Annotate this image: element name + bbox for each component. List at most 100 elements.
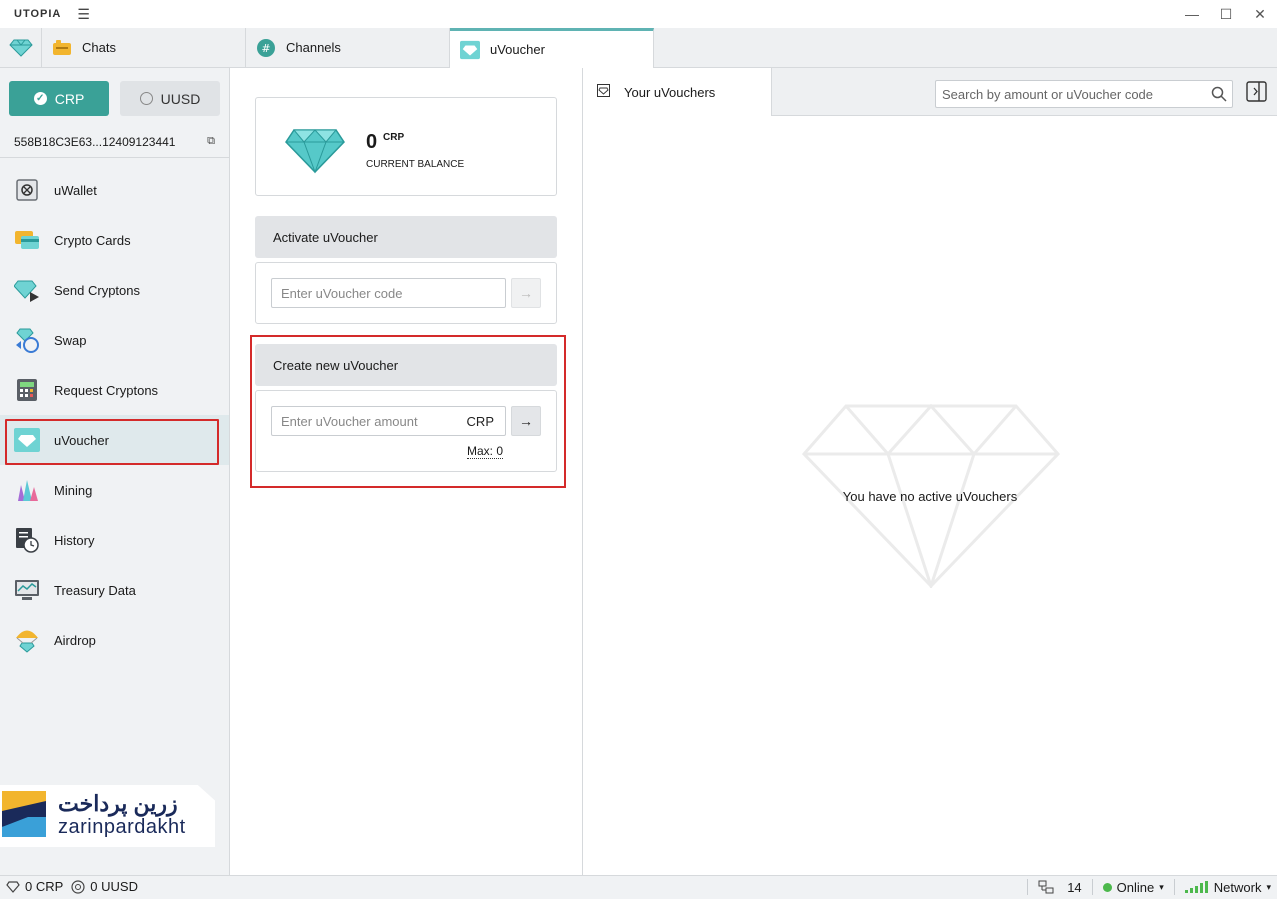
check-icon: ✓ (33, 92, 47, 105)
right-tab-bar: Your uVouchers Search by amount or uVouc… (583, 68, 1277, 116)
sidebar-item-mining[interactable]: Mining (0, 465, 229, 515)
balance-label: CURRENT BALANCE (366, 159, 465, 170)
voucher-search-input[interactable]: Search by amount or uVoucher code (935, 80, 1233, 108)
panel-toggle-icon[interactable] (1246, 81, 1267, 102)
big-diamond-icon (285, 129, 345, 174)
voucher-code-input[interactable]: Enter uVoucher code (271, 278, 506, 308)
close-icon[interactable]: ✕ (1243, 0, 1277, 28)
sidebar-item-uvoucher[interactable]: uVoucher (0, 415, 229, 465)
sidebar-item-airdrop[interactable]: Airdrop (0, 615, 229, 665)
tab-label: Channels (286, 40, 341, 55)
history-icon (14, 527, 40, 553)
hamburger-icon[interactable]: ☰ (77, 6, 90, 23)
uusd-label: UUSD (160, 90, 201, 107)
uusd-icon (71, 879, 85, 894)
divider (1091, 879, 1093, 895)
arrow-right-icon: → (519, 413, 533, 429)
voucher-actions-panel: 0 CRP CURRENT BALANCE Activate uVoucher … (230, 68, 583, 875)
activate-body: Enter uVoucher code → (255, 262, 557, 324)
window-controls: — ☐ ✕ (1175, 0, 1277, 28)
search-icon[interactable] (1211, 86, 1227, 102)
diamond-icon (460, 40, 480, 60)
online-dot-icon (1102, 882, 1112, 892)
treasury-icon (14, 577, 40, 603)
chats-icon (52, 38, 72, 58)
activate-title: Activate uVoucher (273, 229, 378, 245)
tab-label: uVoucher (490, 42, 545, 57)
app-name: UTOPIA (14, 8, 62, 20)
svg-text:#: # (261, 42, 270, 55)
divider (1027, 879, 1029, 895)
sidebar-item-crypto-cards[interactable]: Crypto Cards (0, 215, 229, 265)
home-tab[interactable] (0, 28, 42, 67)
crp-button[interactable]: ✓ CRP (9, 81, 109, 116)
status-bar: 0 CRP 0 UUSD 14 Online ▾ Network ▾ (0, 875, 1277, 899)
status-crp-value: 0 CRP (25, 879, 64, 894)
channels-icon: # (256, 38, 276, 58)
create-header: Create new uVoucher (255, 344, 557, 386)
maximize-icon[interactable]: ☐ (1209, 0, 1243, 28)
sidebar-item-label: Crypto Cards (54, 232, 131, 248)
status-network: 14 Online ▾ Network ▾ (1017, 879, 1277, 895)
sidebar-item-history[interactable]: History (0, 515, 229, 565)
your-vouchers-panel: Your uVouchers Search by amount or uVouc… (583, 68, 1277, 875)
sidebar-item-label: Airdrop (54, 632, 96, 648)
zarinpardakht-mark (2, 791, 46, 837)
search-placeholder: Search by amount or uVoucher code (942, 86, 1154, 102)
crp-label: CRP (54, 90, 85, 107)
sidebar-item-request-cryptons[interactable]: Request Cryptons (0, 365, 229, 415)
max-amount-link[interactable]: Max: 0 (467, 444, 504, 459)
minimize-icon[interactable]: — (1175, 0, 1209, 28)
address-text: 558B18C3E63...12409123441 (14, 134, 176, 149)
status-uusd-value: 0 UUSD (90, 879, 138, 894)
sidebar-item-uwallet[interactable]: uWallet (0, 165, 229, 215)
crp-icon (6, 880, 20, 893)
diamond-logo-icon (8, 39, 33, 57)
status-crp[interactable]: 0 CRP (6, 879, 63, 894)
uusd-button[interactable]: UUSD (120, 81, 220, 116)
tab-your-uvouchers[interactable]: Your uVouchers (583, 68, 772, 116)
empty-state-text: You have no active uVouchers (842, 489, 1018, 504)
tab-bar: Chats # Channels uVoucher (0, 28, 1277, 68)
voucher-list-icon (597, 84, 610, 100)
arrow-right-icon: → (519, 285, 533, 301)
sidebar-item-label: Swap (54, 332, 87, 348)
status-uusd[interactable]: 0 UUSD (71, 879, 138, 894)
create-submit-button[interactable]: → (511, 406, 541, 436)
logo-fa-text: زرین پرداخت (58, 791, 178, 816)
sidebar-item-treasury-data[interactable]: Treasury Data (0, 565, 229, 615)
balance-card: 0 CRP CURRENT BALANCE (255, 97, 557, 196)
amount-unit: CRP (466, 414, 494, 429)
calculator-icon (14, 377, 40, 403)
sidebar-item-swap[interactable]: Swap (0, 315, 229, 365)
tab-channels[interactable]: # Channels (246, 28, 450, 67)
copy-icon[interactable]: ⧉ (207, 135, 215, 148)
tab-uvoucher[interactable]: uVoucher (450, 28, 654, 68)
status-online-dropdown[interactable]: Online ▾ (1102, 880, 1164, 895)
activate-submit-button[interactable]: → (511, 278, 541, 308)
title-bar: UTOPIA ☰ — ☐ ✕ (0, 0, 1277, 28)
crystals-icon (14, 477, 40, 503)
sidebar-item-label: History (54, 532, 95, 548)
wallet-address: 558B18C3E63...12409123441 ⧉ (0, 126, 229, 158)
radio-icon (139, 92, 153, 105)
status-peers[interactable]: 14 (1038, 880, 1082, 895)
airdrop-icon (14, 627, 40, 653)
voucher-code-placeholder: Enter uVoucher code (281, 285, 403, 301)
sidebar-item-label: uVoucher (54, 432, 109, 448)
tab-chats[interactable]: Chats (42, 28, 246, 67)
signal-bars-icon (1184, 881, 1208, 893)
create-body: Enter uVoucher amount CRP → Max: 0 (255, 390, 557, 472)
status-network-dropdown[interactable]: Network ▾ (1184, 880, 1277, 895)
sidebar-item-label: uWallet (54, 182, 97, 198)
sidebar-item-label: Treasury Data (54, 582, 136, 598)
voucher-amount-placeholder: Enter uVoucher amount (281, 413, 418, 429)
balance-unit: CRP (383, 132, 405, 143)
voucher-amount-input[interactable]: Enter uVoucher amount CRP (271, 406, 506, 436)
chevron-down-icon: ▾ (1159, 881, 1164, 892)
sidebar-item-send-cryptons[interactable]: Send Cryptons (0, 265, 229, 315)
chevron-down-icon: ▾ (1266, 881, 1271, 892)
tab-label: Your uVouchers (624, 84, 716, 100)
cards-icon (14, 227, 40, 253)
tab-label: Chats (82, 40, 116, 55)
